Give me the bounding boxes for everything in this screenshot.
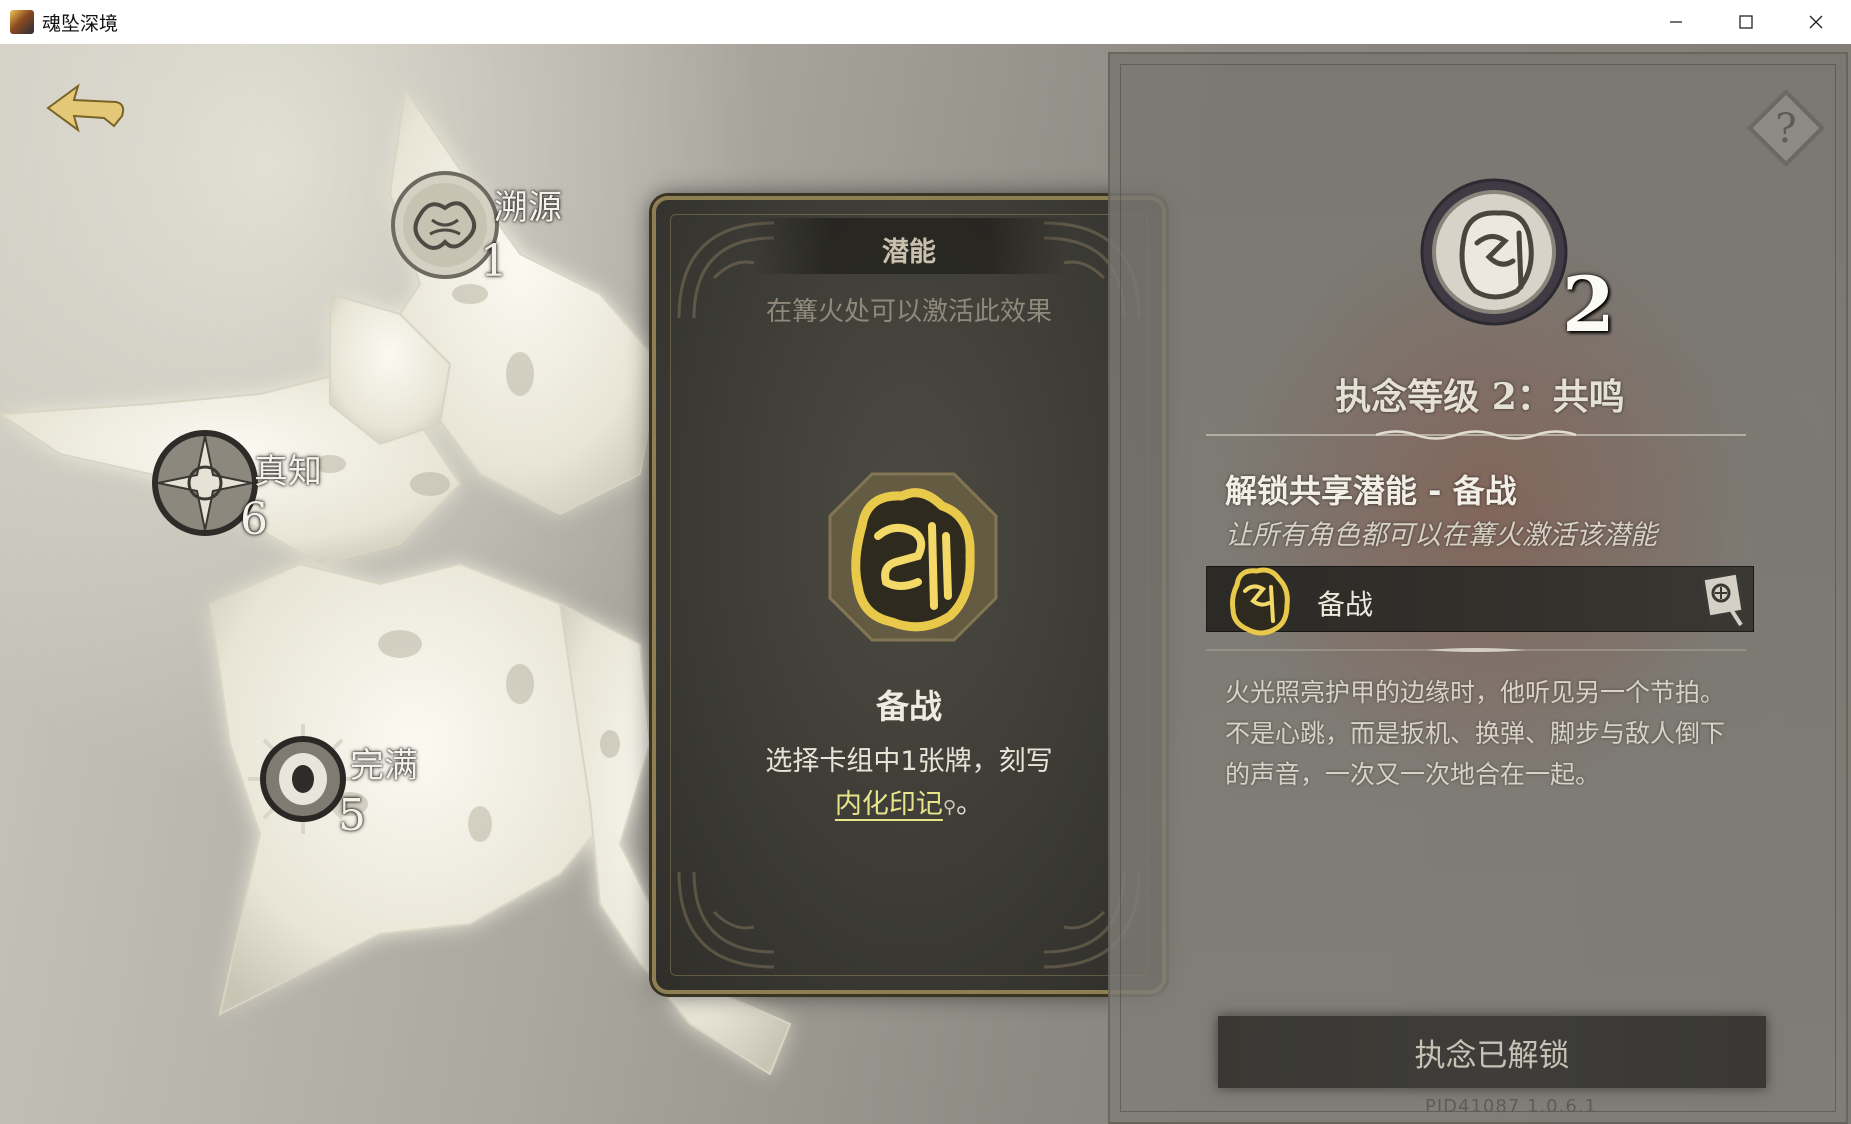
window-title-bar: 魂坠深境	[0, 0, 1851, 45]
maximize-icon[interactable]	[1711, 0, 1781, 44]
battle-ready-glyph-icon	[1230, 567, 1290, 636]
minimize-icon[interactable]	[1641, 0, 1711, 44]
card-title: 潜能	[882, 237, 936, 268]
tree-node-completion[interactable]: 完满 5	[248, 724, 448, 884]
ornament-icon	[677, 871, 775, 969]
node-label: 完满	[350, 746, 418, 786]
shared-potential-label: 备战	[1317, 588, 1374, 621]
node-label: 真知	[254, 452, 322, 492]
lore-line: 不是心跳，而是扳机、换弹、脚步与敌人倒下	[1225, 719, 1726, 748]
close-icon[interactable]	[1781, 0, 1851, 44]
tree-node-origin[interactable]: 溯源 1	[390, 170, 590, 330]
back-button[interactable]	[44, 80, 128, 140]
lore-text: 火光照亮护甲的边缘时，他听见另一个节拍。 不是心跳，而是扳机、换弹、脚步与敌人倒…	[1225, 672, 1805, 795]
ornamental-divider	[1206, 430, 1746, 440]
inspect-card-icon	[1701, 571, 1745, 627]
battle-ready-glyph-icon	[828, 472, 998, 642]
node-value: 1	[480, 236, 508, 287]
lore-line: 火光照亮护甲的边缘时，他听见另一个节拍。	[1225, 678, 1726, 707]
obsession-detail-panel: ? 2 执念等级 2：共鸣 解锁共享潜能 - 备战 让所有角色都可以在篝火激活该…	[1108, 52, 1848, 1124]
node-value: 5	[338, 790, 366, 841]
card-description-suffix: 。	[956, 789, 984, 820]
help-diamond-icon: ?	[1747, 89, 1825, 167]
keyword-info-icon: ⚲	[942, 797, 957, 818]
inspect-card-button[interactable]	[1693, 569, 1749, 631]
card-description: 选择卡组中1张牌，刻写 内化印记⚲。	[696, 740, 1122, 829]
obsession-level-icon	[1420, 178, 1568, 326]
app-icon	[10, 10, 34, 34]
lore-line: 的声音，一次又一次地合在一起。	[1225, 760, 1601, 789]
obsession-level-title: 执念等级 2：共鸣	[1335, 376, 1625, 418]
card-name: 备战	[876, 687, 942, 726]
window-title: 魂坠深境	[42, 12, 119, 35]
tree-node-truth[interactable]: 真知 6	[150, 428, 350, 588]
obsession-level-number: 2	[1562, 260, 1615, 349]
unlock-subtitle: 让所有角色都可以在篝火激活该潜能	[1225, 520, 1657, 551]
keyword-link[interactable]: 内化印记	[835, 789, 943, 820]
node-value: 6	[240, 494, 268, 545]
potential-card: 潜能 在篝火处可以激活此效果 备战 选择卡组中1张牌，刻写 内化印记⚲。	[652, 196, 1166, 994]
shared-potential-item[interactable]: 备战	[1206, 566, 1754, 636]
node-label: 溯源	[494, 188, 562, 228]
card-subtitle: 在篝火处可以激活此效果	[765, 297, 1052, 327]
help-button[interactable]: ?	[1746, 88, 1826, 168]
obsession-unlocked-button[interactable]: 执念已解锁	[1218, 1016, 1766, 1088]
section-divider	[1206, 648, 1746, 652]
window-controls	[1641, 0, 1851, 44]
version-label: PID41087 1.0.6.1	[1425, 1096, 1597, 1117]
game-viewport: 溯源 1 真知 6 完满 5 潜能 在篝火处可以激活此效果 备战 选择卡组中1张…	[0, 44, 1851, 1124]
card-description-text: 选择卡组中1张牌，刻写	[765, 746, 1053, 777]
back-arrow-icon	[46, 83, 125, 133]
unlock-title: 解锁共享潜能 - 备战	[1225, 472, 1517, 510]
svg-text:?: ?	[1775, 106, 1796, 152]
